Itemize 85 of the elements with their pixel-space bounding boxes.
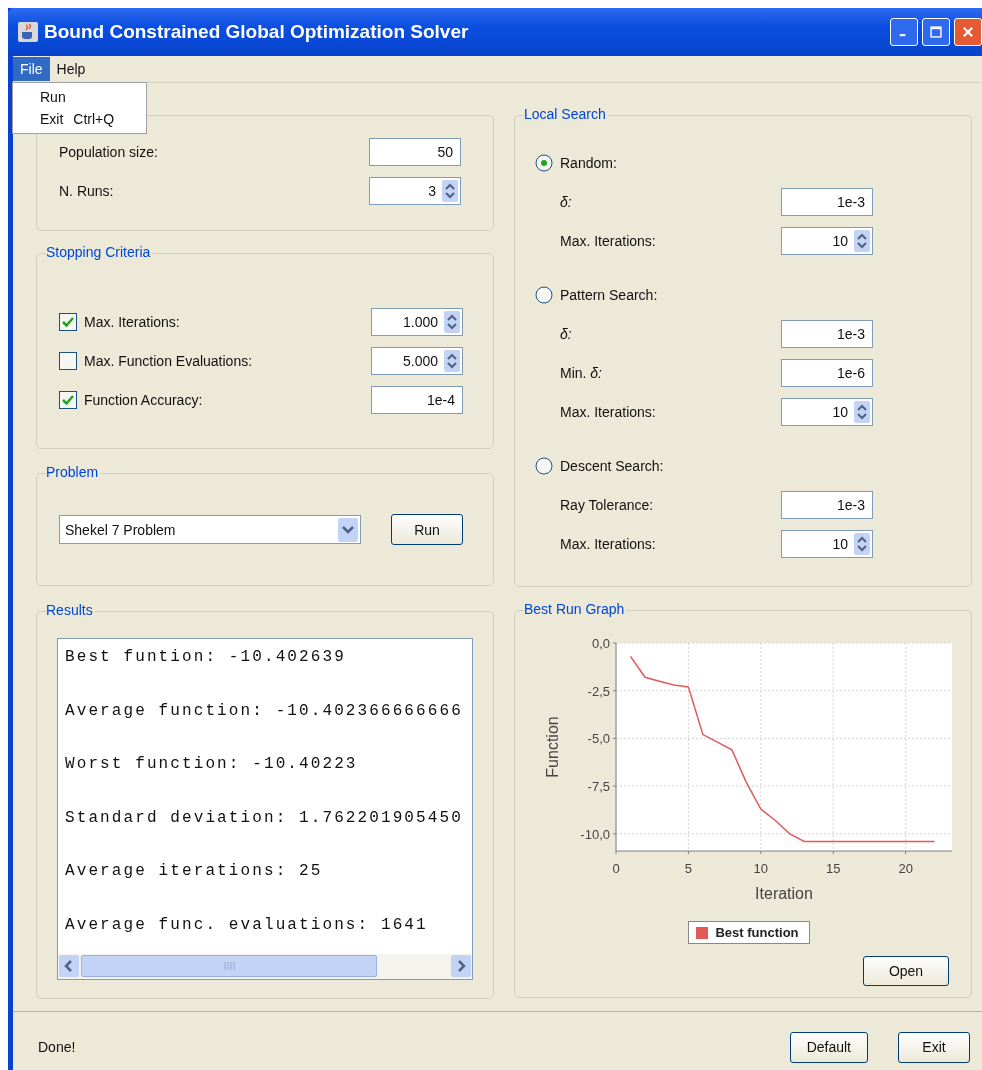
horizontal-scrollbar[interactable] [58,954,472,979]
run-button[interactable]: Run [391,514,463,545]
menu-option[interactable]: Run [13,86,146,108]
status-message: Done! [38,1039,76,1055]
close-button[interactable] [954,18,982,46]
number-spinner[interactable]: 10 [781,530,873,558]
checkbox-label: Max. Function Evaluations: [84,353,253,369]
text-field[interactable]: 1e-4 [371,386,463,414]
number-spinner[interactable]: 5.000 [371,347,463,375]
result-line: Standard deviation: 1.762201905450 [65,807,464,829]
panel-title: Results [46,602,95,618]
footer-button[interactable]: Default [789,1031,868,1063]
spinner-arrows-icon[interactable] [444,311,460,333]
field-label: Ray Tolerance: [560,497,654,513]
results-text-area[interactable]: Best funtion: -10.402639 Average function: -10.402366666666 Worst function: -10.40223 Standard deviation: 1.762201905450 Average iterations: 25 Average func. evaluations: 1641 [57,638,473,980]
window-title: Bound Constrained Global Optimization Solver [44,21,469,43]
result-line: Average function: -10.402366666666 [65,700,464,722]
field-label: Min. δ: [560,365,602,381]
maximize-button[interactable] [922,18,950,46]
text-field[interactable]: 1e-6 [781,359,873,387]
spinner-arrows-icon[interactable] [854,230,870,252]
panel-title: Stopping Criteria [46,244,153,260]
field-label: N. Runs: [59,183,114,199]
axis-tick-label: -2,5 [587,683,610,699]
field-label: δ: [560,194,572,210]
field-label: Max. Iterations: [560,233,656,249]
text-field[interactable]: 1e-3 [781,320,873,348]
text-field[interactable]: 1e-3 [781,188,873,216]
checkbox[interactable] [59,313,77,331]
legend-label: Best function [715,925,799,940]
axis-tick-label: 0,0 [591,636,610,651]
number-spinner[interactable]: 3 [369,177,461,205]
menu-option[interactable]: Exit Ctrl+Q [13,108,146,130]
number-spinner[interactable]: 1.000 [371,308,463,336]
axis-tick-label: 5 [684,861,693,876]
radio-label: Random: [560,155,617,171]
panel-title: Local Search [524,106,608,122]
number-spinner[interactable]: 10 [781,227,873,255]
axis-tick-label: 20 [898,861,913,876]
result-line: Worst function: -10.40223 [65,754,359,775]
checkbox[interactable] [59,352,77,370]
field-label: Max. Iterations: [560,404,656,420]
result-line: Best funtion: -10.402639 [65,647,347,668]
checkbox[interactable] [59,391,77,409]
axis-tick-label: 10 [753,861,769,876]
problem-dropdown[interactable]: Shekel 7 Problem [59,515,361,544]
axis-tick-label: -7,5 [587,779,610,795]
menu-item[interactable]: File [13,57,50,81]
footer-button[interactable]: Exit [898,1031,970,1063]
scroll-left-icon[interactable] [59,955,79,977]
spinner-arrows-icon[interactable] [854,401,870,423]
minimize-button[interactable] [890,18,918,46]
radio-button[interactable] [535,457,553,475]
scrollbar-thumb[interactable] [81,955,377,977]
axis-tick-label: -5,0 [587,731,610,747]
checkbox-label: Function Accuracy: [84,392,203,408]
axis-title: Function [544,716,561,778]
axis-tick-label: 0 [612,861,620,876]
field-label: Population size: [59,144,158,160]
field-label: Max. Iterations: [560,536,656,552]
radio-button[interactable] [535,286,553,304]
number-spinner[interactable]: 10 [781,398,873,426]
checkbox-label: Max. Iterations: [84,314,180,330]
text-field[interactable]: 1e-3 [781,491,873,519]
spinner-arrows-icon[interactable] [854,533,870,555]
menu-item[interactable]: Help [49,57,93,81]
axis-tick-label: -10,0 [580,826,610,842]
axis-tick-label: 15 [826,861,841,876]
result-line: Average iterations: 25 [65,861,324,882]
radio-button[interactable] [535,154,553,172]
axis-title: Iteration [755,885,813,902]
text-field[interactable]: 50 [369,138,461,166]
panel-title: Problem [46,464,101,480]
maximize-icon[interactable] [929,25,943,39]
spinner-arrows-icon[interactable] [442,180,458,202]
coffee-cup-icon [18,22,38,42]
panel-title: Best Run Graph [524,601,627,617]
field-label: δ: [560,326,572,342]
spinner-arrows-icon[interactable] [444,350,460,372]
close-icon[interactable] [961,25,975,39]
radio-label: Descent Search: [560,458,664,474]
scroll-right-icon[interactable] [451,955,471,977]
radio-label: Pattern Search: [560,287,658,303]
result-line: Average func. evaluations: 1641 [65,914,429,936]
open-button[interactable]: Open [863,956,949,986]
